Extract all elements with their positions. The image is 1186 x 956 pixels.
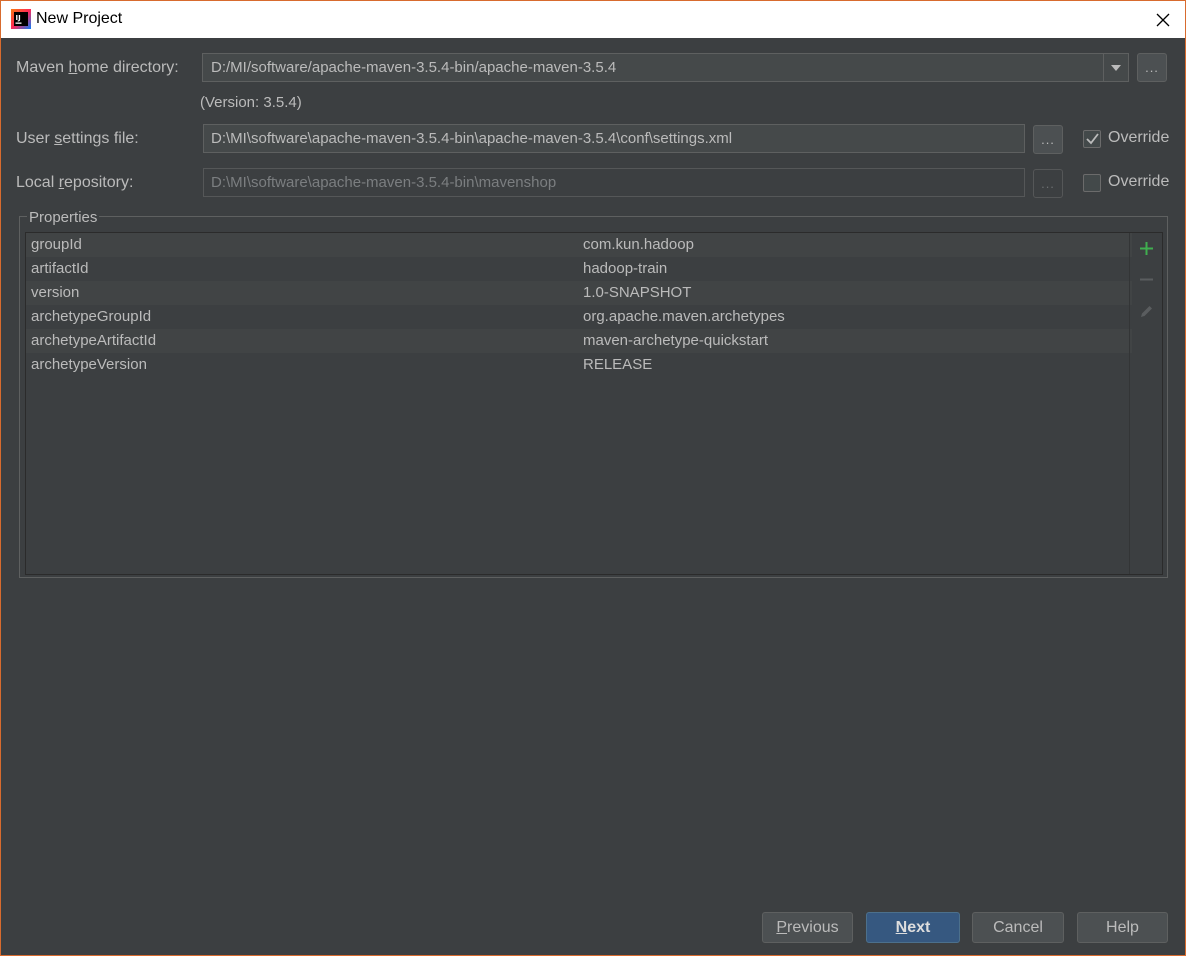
add-property-button[interactable] (1136, 238, 1156, 258)
window-title: New Project (36, 10, 123, 27)
previous-button[interactable]: Previous (762, 912, 853, 943)
user-settings-override-label[interactable]: Override (1108, 129, 1169, 147)
user-settings-field[interactable]: D:\MI\software\apache-maven-3.5.4-bin\ap… (203, 124, 1025, 153)
property-value: 1.0-SNAPSHOT (583, 284, 692, 301)
next-button[interactable]: Next (866, 912, 960, 943)
properties-table[interactable]: groupId com.kun.hadoop artifactId hadoop… (25, 232, 1163, 575)
local-repository-override-label[interactable]: Override (1108, 173, 1169, 191)
maven-home-value: D:/MI/software/apache-maven-3.5.4-bin/ap… (211, 59, 617, 76)
remove-icon (1139, 278, 1153, 280)
user-settings-value: D:\MI\software\apache-maven-3.5.4-bin\ap… (211, 130, 733, 147)
property-value: maven-archetype-quickstart (583, 332, 769, 349)
edit-property-button[interactable] (1136, 301, 1156, 321)
add-icon (1139, 241, 1153, 255)
chevron-down-icon (1111, 64, 1121, 71)
help-button[interactable]: Help (1077, 912, 1168, 943)
maven-home-browse-button[interactable]: ... (1137, 53, 1167, 82)
local-repository-override-checkbox[interactable] (1083, 174, 1101, 192)
maven-home-combobox[interactable]: D:/MI/software/apache-maven-3.5.4-bin/ap… (202, 53, 1129, 82)
maven-version-text: (Version: 3.5.4) (200, 94, 302, 111)
properties-toolbar (1129, 233, 1162, 574)
table-row[interactable]: archetypeArtifactId maven-archetype-quic… (26, 329, 1132, 353)
maven-home-dropdown-button[interactable] (1103, 54, 1128, 81)
table-row[interactable]: artifactId hadoop-train (26, 257, 1132, 281)
local-repository-browse-button: ... (1033, 169, 1063, 198)
property-key: archetypeVersion (31, 356, 147, 373)
local-repository-value: D:\MI\software\apache-maven-3.5.4-bin\ma… (211, 174, 557, 191)
properties-rows: groupId com.kun.hadoop artifactId hadoop… (26, 233, 1132, 377)
user-settings-browse-button[interactable]: ... (1033, 125, 1063, 154)
table-row[interactable]: groupId com.kun.hadoop (26, 233, 1132, 257)
table-row[interactable]: archetypeGroupId org.apache.maven.archet… (26, 305, 1132, 329)
checkmark-icon (1085, 133, 1099, 145)
intellij-idea-icon: IJ (11, 9, 31, 29)
close-icon (1156, 13, 1170, 26)
table-row[interactable]: version 1.0-SNAPSHOT (26, 281, 1132, 305)
property-key: artifactId (31, 260, 89, 277)
edit-icon (1140, 305, 1152, 317)
local-repository-label: Local repository: (16, 174, 134, 191)
user-settings-label: User settings file: (16, 130, 139, 147)
user-settings-override-checkbox[interactable] (1083, 130, 1101, 148)
cancel-button[interactable]: Cancel (972, 912, 1064, 943)
svg-text:IJ: IJ (16, 14, 21, 22)
close-button[interactable] (1141, 1, 1185, 38)
property-value: com.kun.hadoop (583, 236, 694, 253)
property-value: hadoop-train (583, 260, 668, 277)
new-project-dialog: IJ New Project Maven home directory: D:/… (0, 0, 1186, 956)
remove-property-button[interactable] (1136, 269, 1156, 289)
properties-title: Properties (27, 209, 100, 226)
table-row[interactable]: archetypeVersion RELEASE (26, 353, 1132, 377)
property-key: archetypeGroupId (31, 308, 152, 325)
maven-home-label: Maven home directory: (16, 59, 179, 76)
property-value: RELEASE (583, 356, 653, 373)
property-key: version (31, 284, 80, 301)
property-key: groupId (31, 236, 82, 253)
property-value: org.apache.maven.archetypes (583, 308, 785, 325)
local-repository-field: D:\MI\software\apache-maven-3.5.4-bin\ma… (203, 168, 1025, 197)
title-bar: IJ New Project (1, 1, 1185, 38)
property-key: archetypeArtifactId (31, 332, 157, 349)
